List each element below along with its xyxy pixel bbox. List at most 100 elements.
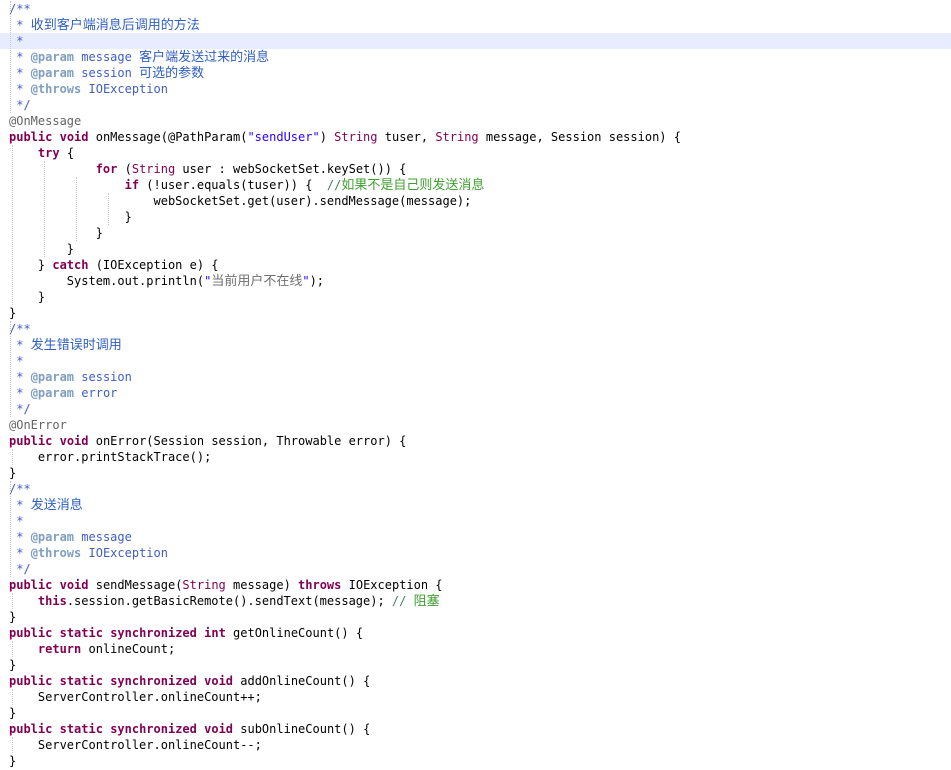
code-line[interactable]: } [0,657,951,673]
code-token: ); [309,274,325,288]
code-token: */ [9,562,31,576]
code-line[interactable]: * @throws IOException [0,81,951,97]
code-token: message [74,530,132,544]
comment-guide [10,1,11,113]
code-line[interactable]: } catch (IOException e) { [0,257,951,273]
code-line[interactable]: */ [0,97,951,113]
code-line[interactable]: * 收到客户端消息后调用的方法 [0,17,951,33]
code-token: error.printStackTrace(); [9,450,212,464]
code-line[interactable]: /** [0,321,951,337]
code-line[interactable]: * @param session 可选的参数 [0,65,951,81]
code-token: /** [9,482,31,496]
code-line[interactable]: * 发送消息 [0,497,951,513]
code-token: @throws [30,82,82,96]
code-line[interactable]: * [0,33,951,49]
code-line[interactable]: public void onError(Session session, Thr… [0,433,951,449]
code-line[interactable]: } [0,305,951,321]
code-token: onMessage(@PathParam( [88,130,248,144]
code-token: 如果不是自己则发送消息 [341,178,485,193]
code-line[interactable]: error.printStackTrace(); [0,449,951,465]
code-line[interactable]: public void onMessage(@PathParam("sendUs… [0,129,951,145]
code-line[interactable]: } [0,289,951,305]
code-line[interactable]: } [0,225,951,241]
code-line[interactable]: * @param session [0,369,951,385]
code-line[interactable]: * 发生错误时调用 [0,337,951,353]
code-token: 可选的参数 [139,66,205,81]
code-token: // [391,594,414,608]
code-token: IOException { [341,578,443,592]
code-line[interactable]: } [0,705,951,721]
code-token: /** [9,2,31,16]
code-line[interactable]: } [0,609,951,625]
code-token: void [59,434,89,448]
code-line[interactable]: for (String user : webSocketSet.keySet()… [0,161,951,177]
code-line[interactable]: */ [0,401,951,417]
code-line[interactable]: System.out.println("当前用户不在线"); [0,273,951,289]
code-line[interactable]: * [0,513,951,529]
code-token: sendMessage( [88,578,183,592]
code-line[interactable]: } [0,241,951,257]
code-line[interactable]: public void sendMessage(String message) … [0,577,951,593]
code-line[interactable]: if (!user.equals(tuser)) { //如果不是自己则发送消息 [0,177,951,193]
code-line[interactable]: ServerController.onlineCount--; [0,737,951,753]
code-token: } [9,226,103,240]
code-line[interactable]: * [0,353,951,369]
code-token: * [9,34,24,48]
code-line[interactable]: } [0,209,951,225]
code-token: ( [117,162,132,176]
code-editor[interactable]: /** * 收到客户端消息后调用的方法 * * @param message 客… [0,0,951,770]
code-token: catch [52,258,89,272]
code-token: public [9,434,53,448]
code-line[interactable]: * @param message 客户端发送过来的消息 [0,49,951,65]
code-token: * [9,546,31,560]
code-line[interactable]: * @throws IOException [0,545,951,561]
code-token: (!user.equals(tuser)) { [139,178,327,192]
code-line[interactable]: public static synchronized int getOnline… [0,625,951,641]
code-line[interactable]: @OnMessage [0,113,951,129]
code-token: String [182,578,226,592]
code-line[interactable]: try { [0,145,951,161]
code-token: message [74,50,140,64]
code-token: 发生错误时调用 [30,338,122,353]
code-token: } [9,258,53,272]
code-line[interactable]: this.session.getBasicRemote().sendText(m… [0,593,951,609]
code-token: void [204,722,234,736]
code-token: * [9,498,31,512]
code-line[interactable]: * @param message [0,529,951,545]
code-token: 发送消息 [30,498,83,513]
code-token: tuser, [377,130,436,144]
comment-guide [10,321,11,417]
code-line[interactable]: /** [0,481,951,497]
code-line[interactable]: webSocketSet.get(user).sendMessage(messa… [0,193,951,209]
indent-guide [12,689,13,705]
code-token: * [9,370,31,384]
code-token: message) [225,578,299,592]
code-token: this [37,594,67,608]
code-token: 当前用户不在线 [211,274,303,289]
code-token: throws [298,578,342,592]
code-token: synchronized [110,674,197,688]
indent-guide [12,737,13,753]
code-line[interactable]: } [0,465,951,481]
code-line[interactable]: /** [0,1,951,17]
code-token: System.out.println( [9,274,205,288]
code-token: // [326,178,342,192]
code-line[interactable]: public static synchronized void subOnlin… [0,721,951,737]
code-token: * [9,50,31,64]
code-token: @param [30,530,75,544]
code-line[interactable]: ServerController.onlineCount++; [0,689,951,705]
code-line[interactable]: */ [0,561,951,577]
code-line[interactable]: return onlineCount; [0,641,951,657]
code-token: @param [30,50,75,64]
code-token: try [37,146,60,160]
code-line[interactable]: public static synchronized void addOnlin… [0,673,951,689]
code-token: " [302,274,310,288]
code-line[interactable]: } [0,753,951,769]
code-token: 阻塞 [413,594,440,609]
code-line[interactable]: @OnError [0,417,951,433]
code-line[interactable]: * @param error [0,385,951,401]
